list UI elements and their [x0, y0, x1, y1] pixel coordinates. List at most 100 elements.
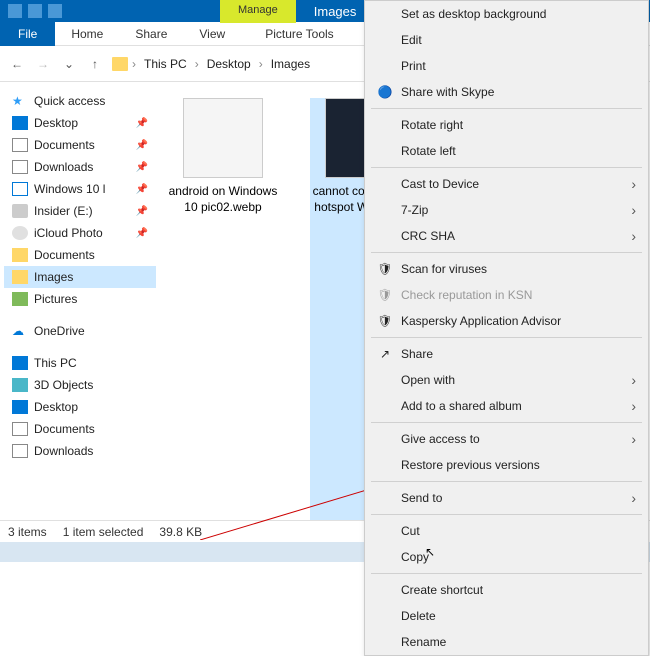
skype-icon: 🔵 — [377, 84, 393, 100]
breadcrumb-images[interactable]: Images — [267, 55, 314, 73]
desktop-icon — [12, 116, 28, 130]
context-menu-item[interactable]: Cast to Device› — [365, 171, 648, 197]
context-menu-item[interactable]: Rotate right — [365, 112, 648, 138]
sidebar-item-desktop[interactable]: Desktop 📌 — [4, 112, 156, 134]
sidebar-onedrive[interactable]: ☁OneDrive — [4, 320, 156, 342]
context-menu-label: Rotate right — [401, 118, 636, 132]
sidebar-item-desktop2[interactable]: Desktop — [4, 396, 156, 418]
context-menu-item[interactable]: Add to a shared album› — [365, 393, 648, 419]
context-menu-label: Cut — [401, 524, 636, 538]
context-menu-label: Edit — [401, 33, 636, 47]
folder-icon — [12, 182, 28, 196]
ribbon-view[interactable]: View — [183, 22, 241, 46]
context-menu-item[interactable]: Give access to› — [365, 426, 648, 452]
blank-icon — [377, 202, 393, 218]
sidebar-label: Windows 10 l — [34, 182, 105, 196]
ribbon-share[interactable]: Share — [119, 22, 183, 46]
back-button[interactable]: ← — [8, 55, 26, 73]
sidebar-item-3d[interactable]: 3D Objects — [4, 374, 156, 396]
context-menu-item[interactable]: Edit — [365, 27, 648, 53]
context-menu-item[interactable]: Rename — [365, 629, 648, 655]
breadcrumb-thispc[interactable]: This PC — [140, 55, 191, 73]
breadcrumb-desktop[interactable]: Desktop — [203, 55, 255, 73]
pictures-icon — [12, 292, 28, 306]
quick-access-toolbar — [0, 4, 70, 18]
chevron-right-icon: › — [631, 176, 636, 192]
chevron-icon[interactable]: › — [132, 57, 136, 71]
sidebar-item-images[interactable]: Images — [4, 266, 156, 288]
folder-icon — [12, 270, 28, 284]
sidebar-item-downloads2[interactable]: Downloads — [4, 440, 156, 462]
blank-icon — [377, 490, 393, 506]
desktop-icon — [12, 400, 28, 414]
context-menu-item[interactable]: Delete — [365, 603, 648, 629]
file-name: android on Windows 10 pic02.webp — [168, 184, 278, 215]
sidebar-label: 3D Objects — [34, 378, 93, 392]
context-menu-item[interactable]: Create shortcut — [365, 577, 648, 603]
folder-icon — [12, 248, 28, 262]
sidebar-label: Documents — [34, 138, 95, 152]
blank-icon — [377, 523, 393, 539]
pin-icon: 📌 — [136, 118, 148, 129]
ribbon-context-manage[interactable]: Manage — [220, 0, 296, 23]
up-button[interactable]: ↑ — [86, 55, 104, 73]
context-menu-item[interactable]: Set as desktop background — [365, 1, 648, 27]
context-menu-item[interactable]: CRC SHA› — [365, 223, 648, 249]
context-menu-item[interactable]: Rotate left — [365, 138, 648, 164]
chevron-icon[interactable]: › — [259, 57, 263, 71]
folder-icon — [112, 57, 128, 71]
qat-icon[interactable] — [8, 4, 22, 18]
context-menu-item[interactable]: Send to› — [365, 485, 648, 511]
blank-icon — [377, 608, 393, 624]
context-menu-label: Scan for viruses — [401, 262, 636, 276]
navigation-pane: ★Quick access Desktop 📌 Documents 📌 Downlo… — [0, 82, 160, 538]
context-menu-item[interactable]: Copy — [365, 544, 648, 570]
context-menu-label: Share with Skype — [401, 85, 636, 99]
sidebar-item-documents[interactable]: Documents 📌 — [4, 134, 156, 156]
context-menu-item[interactable]: ↗ Share — [365, 341, 648, 367]
share-icon: ↗ — [377, 346, 393, 362]
context-menu-item[interactable]: 🛡Kaspersky Application Advisor — [365, 308, 648, 334]
context-menu-label: Add to a shared album — [401, 399, 623, 413]
context-menu-label: Share — [401, 347, 636, 361]
sidebar-item-insider[interactable]: Insider (E:)📌 — [4, 200, 156, 222]
qat-icon[interactable] — [28, 4, 42, 18]
context-menu-label: Check reputation in KSN — [401, 288, 636, 302]
context-menu-item[interactable]: 🛡Scan for viruses — [365, 256, 648, 282]
star-icon: ★ — [12, 94, 28, 108]
context-menu-item[interactable]: Cut — [365, 518, 648, 544]
recent-dropdown[interactable]: ⌄ — [60, 55, 78, 73]
context-menu-item[interactable]: 🔵 Share with Skype — [365, 79, 648, 105]
context-menu-item[interactable]: 7-Zip› — [365, 197, 648, 223]
context-menu-item[interactable]: Open with› — [365, 367, 648, 393]
sidebar-item-pictures[interactable]: Pictures — [4, 288, 156, 310]
pin-icon: 📌 — [136, 140, 148, 151]
sidebar-label: Documents — [34, 248, 95, 262]
blank-icon — [377, 398, 393, 414]
drive-icon — [12, 204, 28, 218]
qat-icon[interactable] — [48, 4, 62, 18]
sidebar-thispc[interactable]: This PC — [4, 352, 156, 374]
blank-icon — [377, 6, 393, 22]
chevron-icon[interactable]: › — [195, 57, 199, 71]
ribbon-home[interactable]: Home — [55, 22, 119, 46]
sidebar-label: This PC — [34, 356, 77, 370]
blank-icon — [377, 143, 393, 159]
sidebar-label: Documents — [34, 422, 95, 436]
sidebar-item-documents2[interactable]: Documents — [4, 244, 156, 266]
ribbon-file[interactable]: File — [0, 22, 55, 46]
context-menu-item[interactable]: Print — [365, 53, 648, 79]
sidebar-quick-access[interactable]: ★Quick access — [4, 90, 156, 112]
sidebar-label: Images — [34, 270, 73, 284]
onedrive-icon: ☁ — [12, 324, 28, 338]
sidebar-item-documents3[interactable]: Documents — [4, 418, 156, 440]
context-menu-item: 🛡Check reputation in KSN — [365, 282, 648, 308]
context-menu-label: Open with — [401, 373, 623, 387]
context-menu-item[interactable]: Restore previous versions — [365, 452, 648, 478]
sidebar-item-downloads[interactable]: Downloads📌 — [4, 156, 156, 178]
file-item[interactable]: android on Windows 10 pic02.webp — [168, 98, 278, 522]
sidebar-item-windows10[interactable]: Windows 10 l📌 — [4, 178, 156, 200]
sidebar-label: Desktop — [34, 116, 78, 130]
sidebar-item-icloud[interactable]: iCloud Photo📌 — [4, 222, 156, 244]
ribbon-picture-tools[interactable]: Picture Tools — [249, 22, 349, 46]
